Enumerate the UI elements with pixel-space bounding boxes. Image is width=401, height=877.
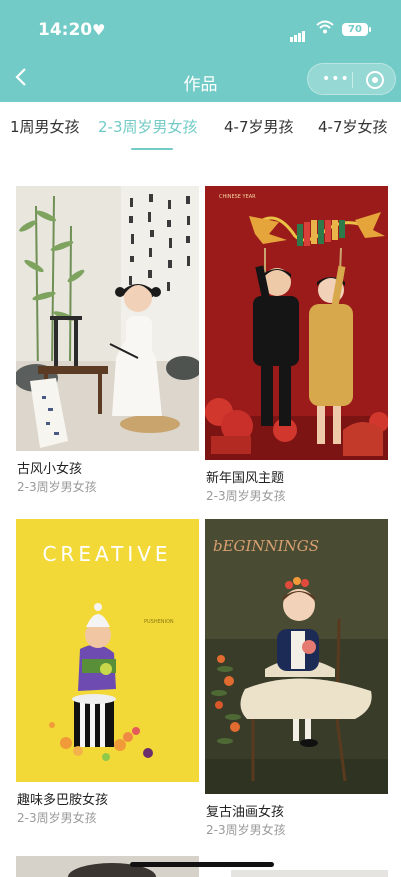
status-time: 14:20	[38, 20, 93, 40]
category-tabs: 1周男女孩 2-3周岁男女孩 4-7岁男孩 4-7岁女孩	[0, 102, 401, 152]
status-bar: 14:20 ♥ 70	[0, 0, 401, 60]
tab-2-3-years[interactable]: 2-3周岁男女孩	[98, 116, 198, 137]
work-photo[interactable]: CREATIVE PUSHENION	[16, 519, 199, 782]
active-tab-indicator	[131, 148, 173, 150]
home-indicator	[130, 862, 274, 867]
wifi-icon	[316, 20, 334, 38]
work-photo[interactable]	[16, 186, 199, 451]
tab-4-7-boys[interactable]: 4-7岁男孩	[224, 116, 294, 137]
tab-1-year[interactable]: 1周男女孩	[10, 116, 80, 137]
work-title: 趣味多巴胺女孩	[17, 793, 109, 808]
work-title: 新年国风主题	[206, 471, 285, 486]
photo-headline: CREATIVE	[42, 542, 171, 566]
work-category: 2-3周岁男女孩	[17, 480, 97, 494]
close-target-icon[interactable]	[366, 71, 384, 89]
work-title: 复古油画女孩	[206, 805, 285, 820]
work-photo[interactable]: bEGINNINGS	[205, 519, 388, 794]
photo-caption: PUSHENION	[144, 619, 174, 625]
work-photo[interactable]: CHINESE YEAR	[205, 186, 388, 460]
work-category: 2-3周岁男女孩	[206, 823, 286, 837]
more-icon[interactable]: •••	[322, 71, 350, 87]
work-category: 2-3周岁男女孩	[17, 811, 97, 825]
mini-program-capsule: •••	[307, 63, 396, 95]
nav-bar: 作品 •••	[0, 60, 401, 102]
heart-icon: ♥	[92, 21, 106, 39]
photo-caption: bEGINNINGS	[213, 537, 319, 555]
cellular-signal-icon	[290, 23, 306, 42]
battery-icon: 70	[342, 23, 371, 36]
tab-4-7-girls[interactable]: 4-7岁女孩	[318, 116, 388, 137]
photo-caption: CHINESE YEAR	[219, 194, 256, 200]
work-category: 2-3周岁男女孩	[206, 489, 286, 503]
capsule-divider	[352, 72, 353, 88]
work-title: 古风小女孩	[17, 462, 83, 477]
